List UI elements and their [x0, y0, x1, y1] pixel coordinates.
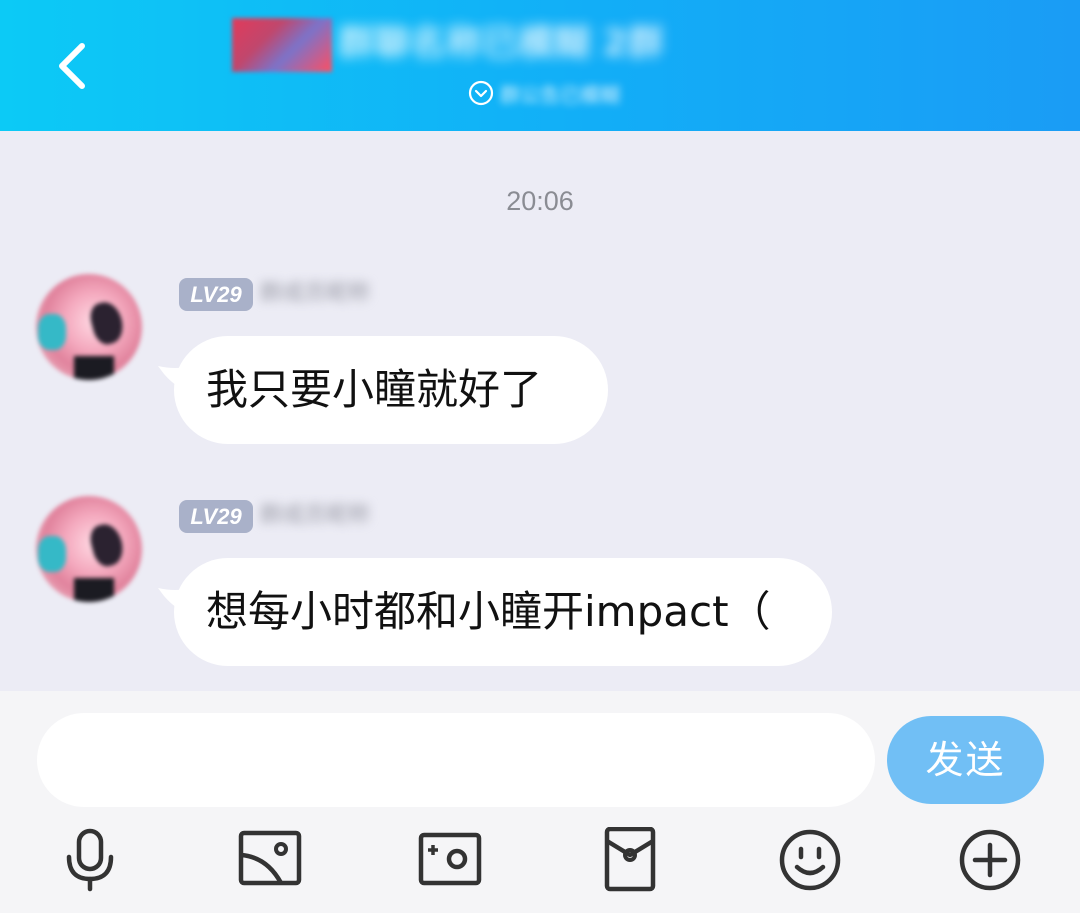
send-button[interactable]: 发送	[887, 716, 1044, 804]
chevron-left-icon	[59, 43, 85, 89]
plus-icon	[959, 829, 1021, 891]
input-area: 发送	[0, 691, 1080, 913]
red-packet-button[interactable]	[597, 826, 663, 893]
photo-button[interactable]	[237, 827, 303, 893]
message-timestamp: 20:06	[506, 186, 574, 216]
message-input[interactable]	[37, 713, 875, 807]
message-bubble[interactable]: 想每小时都和小瞳开impact（	[174, 558, 832, 666]
microphone-icon	[66, 828, 114, 892]
chevron-down-circle-icon	[468, 80, 494, 106]
avatar[interactable]	[36, 496, 142, 602]
voice-button[interactable]	[57, 827, 123, 893]
camera-button[interactable]	[417, 827, 483, 893]
level-badge: LV29	[179, 500, 253, 533]
group-subtitle-text: 群公告已模糊	[500, 83, 620, 107]
red-packet-icon	[604, 826, 656, 892]
emoji-button[interactable]	[777, 827, 843, 893]
sender-nickname[interactable]: 群成员昵称	[260, 280, 388, 308]
message-bubble[interactable]: 我只要小瞳就好了	[174, 336, 608, 444]
image-icon	[238, 830, 302, 886]
group-title-image	[232, 18, 332, 72]
camera-icon	[418, 832, 482, 886]
avatar[interactable]	[36, 274, 142, 380]
sender-nickname[interactable]: 群成员昵称	[260, 502, 388, 530]
group-subtitle[interactable]: 群公告已模糊	[468, 80, 628, 110]
emoji-icon	[779, 829, 841, 891]
chat-header: 群聊名称已模糊 2群 群公告已模糊	[0, 0, 1080, 131]
more-button[interactable]	[957, 827, 1023, 893]
level-badge: LV29	[179, 278, 253, 311]
group-title[interactable]: 群聊名称已模糊 2群	[232, 18, 772, 72]
group-title-text: 群聊名称已模糊 2群	[338, 23, 664, 64]
back-button[interactable]	[48, 38, 104, 94]
